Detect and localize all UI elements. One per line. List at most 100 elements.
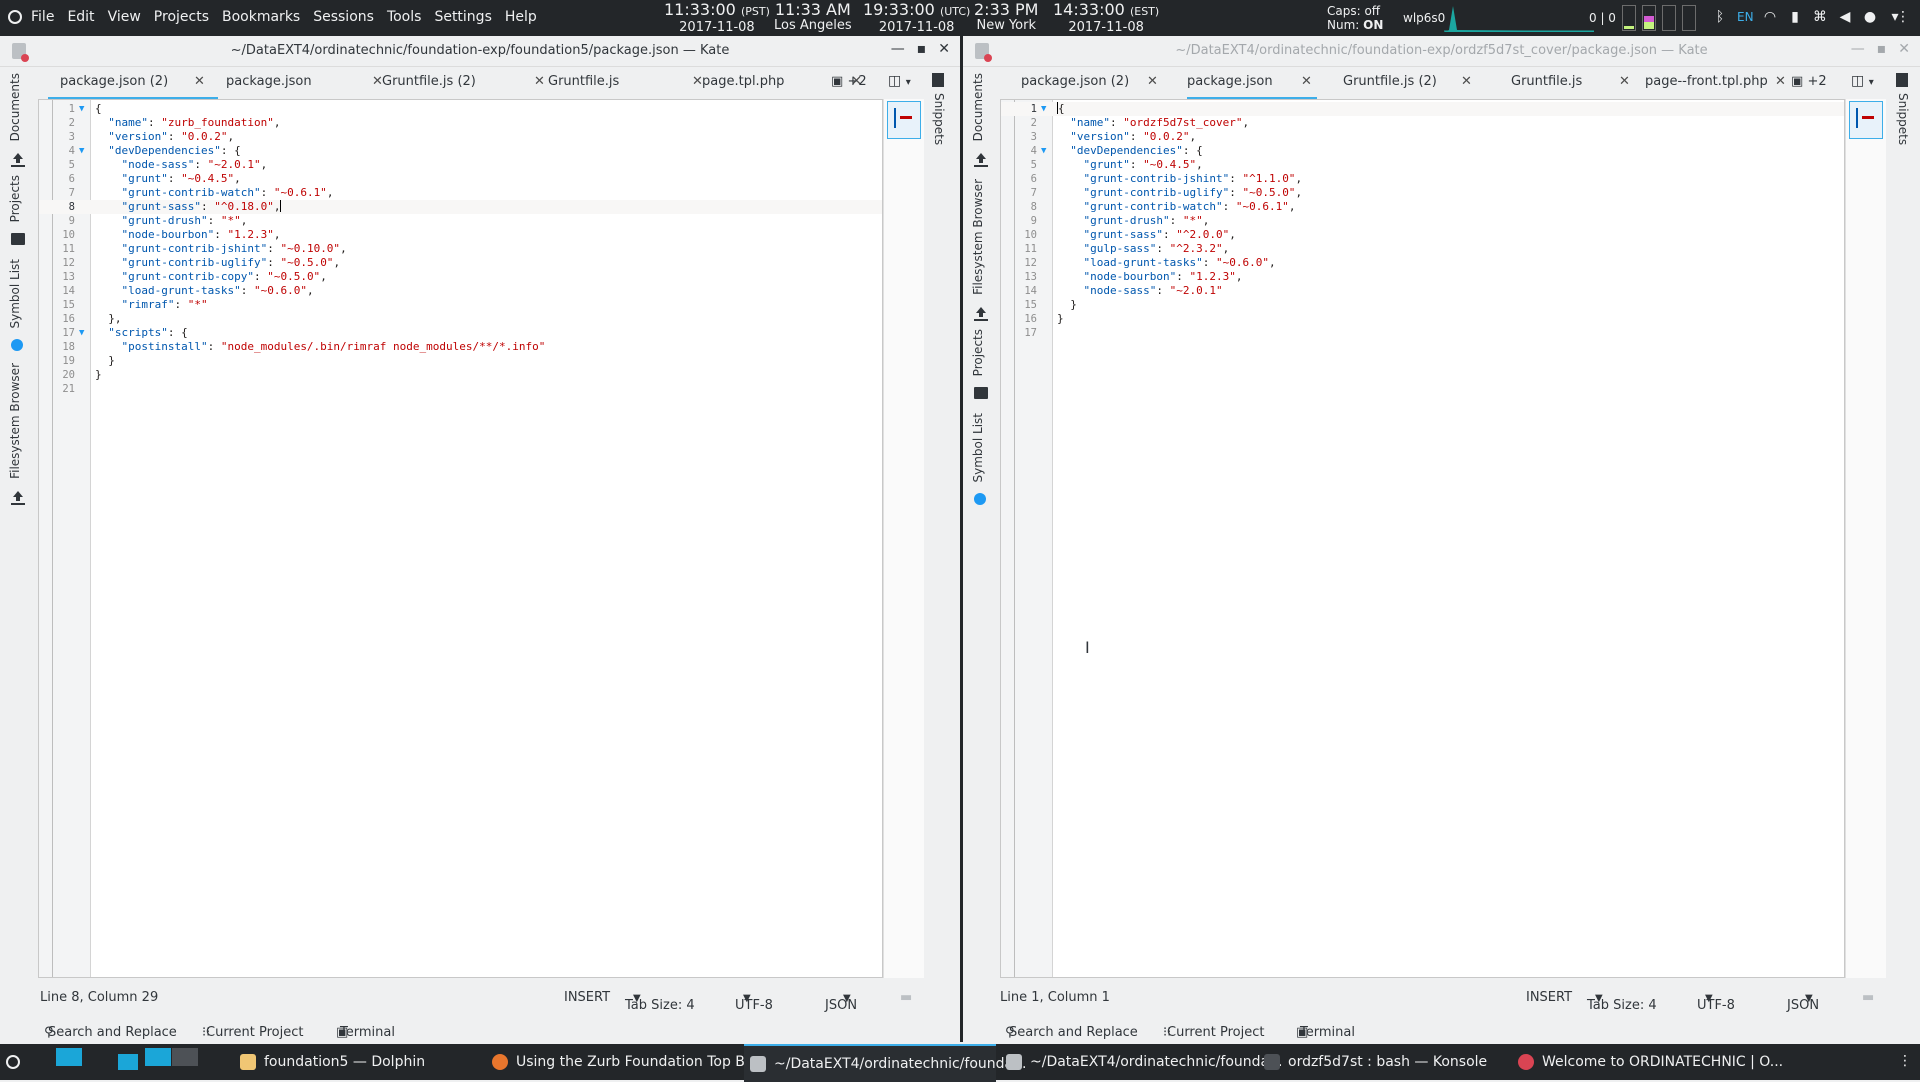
fold-icon[interactable]: ▼ [79,102,84,116]
snippets-tab[interactable]: Snippets [1896,93,1910,145]
task-konsole[interactable]: ordzf5d7st : bash — Konsole [1264,1044,1504,1080]
snippets-tab[interactable]: Snippets [932,93,946,145]
menu-tools[interactable]: Tools [387,9,422,25]
battery-icon[interactable]: ▮ [1787,9,1803,25]
clock-los-angeles[interactable]: 11:33 AM Los Angeles [774,2,852,34]
right-editor[interactable]: 1 ▼{ 2 "name": "ordzf5d7st_cover", 3 "ver… [1000,99,1845,978]
menu-edit[interactable]: Edit [67,9,94,25]
close-tab-icon[interactable]: ✕ [1461,67,1472,97]
bluetooth-icon[interactable]: ᛒ [1712,9,1728,25]
left-minimap[interactable] [883,99,924,978]
input-mode[interactable]: INSERT [564,990,610,1005]
syntax-selector[interactable]: JSON ▼ [1787,990,1819,1013]
upload-icon[interactable] [974,153,988,167]
close-tab-icon[interactable]: ✕ [1147,67,1158,97]
tab-size-selector[interactable]: Tab Size: 4 ▼ [1587,990,1657,1013]
projects-tab[interactable]: Projects [971,329,985,376]
network-graph[interactable] [1444,4,1594,32]
filesystem-browser-tab[interactable]: Filesystem Browser [8,363,22,479]
load-meter[interactable] [1682,5,1696,31]
maximize-icon[interactable]: ▪ [1877,41,1887,57]
upload-icon[interactable] [974,307,988,321]
close-tab-icon[interactable]: ✕ [1619,67,1630,97]
tab-package-json[interactable]: package.json ✕ [1187,67,1317,100]
menu-projects[interactable]: Projects [154,9,209,25]
folder-icon[interactable] [974,387,988,399]
fold-icon[interactable]: ▼ [79,326,84,340]
menu-sessions[interactable]: Sessions [313,9,374,25]
minimap-thumb[interactable] [1849,101,1883,139]
task-kate-1[interactable]: ~/DataEXT4/ordinatechnic/founda... [744,1044,1026,1082]
desktop-2[interactable] [118,1054,138,1070]
symbol-icon[interactable] [11,339,23,351]
encoding-selector[interactable]: UTF-8 ▼ [1697,990,1735,1013]
fold-icon[interactable]: ▼ [79,144,84,158]
syntax-selector[interactable]: JSON ▼ [825,990,857,1013]
menu-help[interactable]: Help [505,9,537,25]
desktop-3[interactable] [145,1048,171,1066]
tab-gruntfile-js-2[interactable]: Gruntfile.js (2) ✕ [382,67,545,97]
folder-icon[interactable] [11,233,25,245]
symbol-list-tab[interactable]: Symbol List [971,413,985,483]
close-tab-icon[interactable]: ✕ [1775,67,1786,97]
upload-icon[interactable] [11,491,25,505]
clock-utc[interactable]: 19:33:00 (UTC) 2017-11-08 [863,2,970,36]
wifi-icon[interactable]: ◠ [1762,9,1778,25]
application-launcher-icon[interactable] [6,1055,20,1069]
right-minimap[interactable] [1845,99,1886,978]
close-tab-icon[interactable]: ✕ [194,67,205,97]
minimize-icon[interactable]: — [1851,41,1865,57]
close-icon[interactable]: ✕ [938,41,950,57]
maximize-icon[interactable]: ▪ [917,41,927,57]
minimize-icon[interactable]: — [891,41,905,57]
volume-icon[interactable]: ◀ [1837,9,1853,25]
task-opera[interactable]: Welcome to ORDINATECHNIC | O... [1518,1044,1783,1080]
left-window-titlebar[interactable]: ~/DataEXT4/ordinatechnic/foundation-exp/… [0,36,960,67]
panel-menu-icon[interactable]: ⋮ [1896,9,1910,25]
swap-meter[interactable] [1662,5,1676,31]
projects-tab[interactable]: Projects [8,175,22,222]
cursor-position[interactable]: Line 1, Column 1 [1000,990,1110,1005]
clock-pst[interactable]: 11:33:00 (PST) 2017-11-08 [664,2,770,36]
tab-package-json-2[interactable]: package.json (2) ✕ [48,67,218,100]
menu-view[interactable]: View [108,9,141,25]
menu-file[interactable]: File [31,9,54,25]
taskbar-options-icon[interactable]: ⋮ [1898,1053,1912,1069]
task-kate-2[interactable]: ~/DataEXT4/ordinatechnic/founda... [1006,1044,1282,1080]
symbol-list-tab[interactable]: Symbol List [8,259,22,329]
fold-icon[interactable]: ▼ [1041,102,1046,116]
close-tab-icon[interactable]: ✕ [534,67,545,97]
keyboard-indicator[interactable]: Caps: off Num: ON [1327,4,1383,32]
notifications-icon[interactable]: ● [1862,9,1878,25]
menu-bookmarks[interactable]: Bookmarks [222,9,300,25]
kde-menu-icon[interactable] [8,10,22,24]
memory-meter[interactable] [1642,5,1656,31]
more-tabs-button[interactable]: ▣ +2 [1791,74,1827,89]
task-dolphin[interactable]: foundation5 — Dolphin [240,1044,480,1080]
clock-new-york[interactable]: 2:33 PM New York [974,2,1038,34]
task-firefox[interactable]: Using the Zurb Foundation Top Ba... [492,1044,767,1080]
tab-package-json-2[interactable]: package.json (2) ✕ [1021,67,1171,97]
keyboard-layout[interactable]: EN [1737,10,1754,24]
tab-gruntfile-js-2[interactable]: Gruntfile.js (2) ✕ [1343,67,1503,97]
tab-gruntfile-js[interactable]: Gruntfile.js ✕ [548,67,708,97]
filesystem-browser-tab[interactable]: Filesystem Browser [971,179,985,295]
symbol-icon[interactable] [974,493,986,505]
documents-tab[interactable]: Documents [8,73,22,141]
snippets-icon[interactable] [1896,73,1908,87]
close-tab-icon[interactable]: ✕ [1301,67,1312,97]
encoding-selector[interactable]: UTF-8 ▼ [735,990,773,1013]
snippets-icon[interactable] [932,73,944,87]
menu-settings[interactable]: Settings [434,9,491,25]
more-tabs-button[interactable]: ▣ +2 [831,74,867,89]
tab-size-selector[interactable]: Tab Size: 4 ▼ [625,990,695,1013]
desktop-4[interactable] [172,1048,198,1066]
cpu-meter[interactable] [1622,5,1636,31]
close-icon[interactable]: ✕ [1898,41,1910,57]
split-view-icon[interactable]: ◫ ▾ [1851,73,1874,89]
fold-icon[interactable]: ▼ [1041,144,1046,158]
cursor-position[interactable]: Line 8, Column 29 [40,990,158,1005]
documents-tab[interactable]: Documents [971,73,985,141]
input-mode[interactable]: INSERT [1526,990,1572,1005]
left-editor[interactable]: 1 ▼{ 2 "name": "zurb_foundation", 3 "vers… [38,99,883,978]
